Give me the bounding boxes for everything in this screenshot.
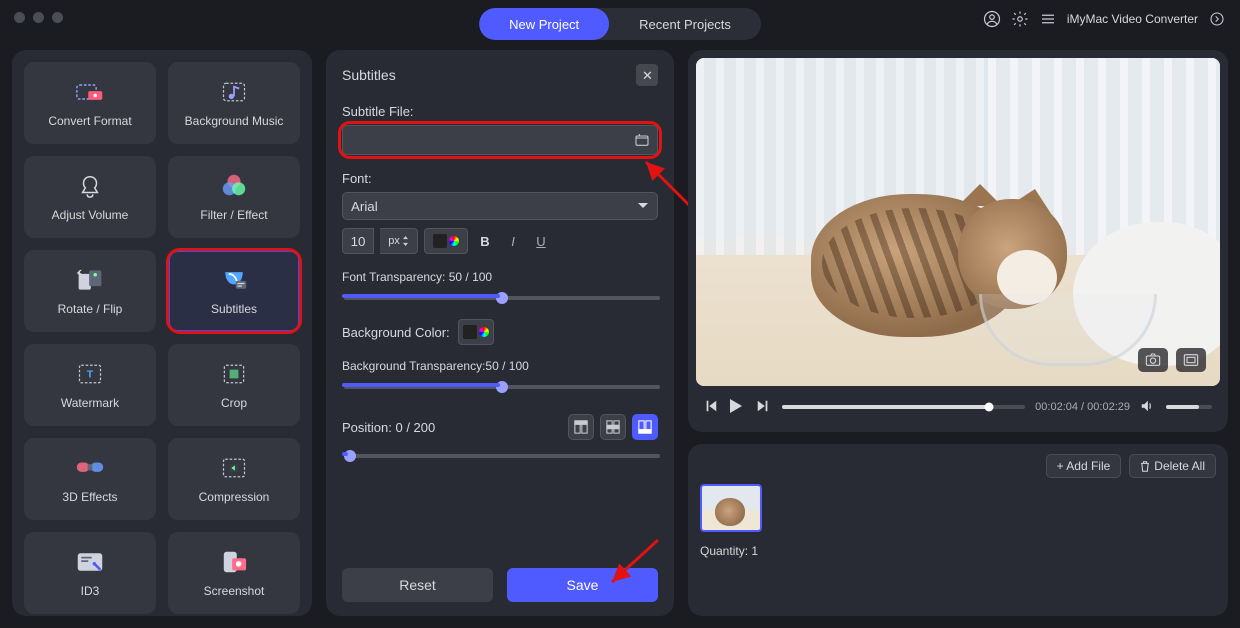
- position-top-button[interactable]: [568, 414, 594, 440]
- id3-icon: [76, 548, 104, 576]
- traffic-max[interactable]: [52, 12, 63, 23]
- expand-icon[interactable]: [1208, 10, 1226, 28]
- browse-file-icon[interactable]: [634, 132, 650, 148]
- font-transparency-label: Font Transparency: 50 / 100: [342, 270, 658, 284]
- rotate-flip-icon: [76, 266, 104, 294]
- app-name: iMyMac Video Converter: [1067, 12, 1198, 26]
- tool-convert-format[interactable]: Convert Format: [24, 62, 156, 144]
- subtitles-icon: [220, 266, 248, 294]
- tool-label: Filter / Effect: [200, 208, 267, 222]
- tool-label: Adjust Volume: [52, 208, 129, 222]
- font-unit-label: px: [388, 235, 400, 247]
- quantity-value: 1: [751, 544, 758, 558]
- settings-icon[interactable]: [1011, 10, 1029, 28]
- prev-button[interactable]: [704, 399, 720, 415]
- bold-button[interactable]: B: [474, 234, 496, 249]
- font-select[interactable]: Arial: [342, 192, 658, 220]
- panel-title: Subtitles: [342, 67, 396, 83]
- background-music-icon: [220, 78, 248, 106]
- tool-watermark[interactable]: T Watermark: [24, 344, 156, 426]
- svg-text:T: T: [87, 369, 94, 381]
- tool-sidebar: Convert Format Background Music Adjust Vol…: [12, 50, 312, 616]
- tool-label: 3D Effects: [62, 490, 117, 504]
- tool-compression[interactable]: Compression: [168, 438, 300, 520]
- crop-icon: [220, 360, 248, 388]
- font-transparency-slider[interactable]: [344, 296, 660, 300]
- top-right-controls: iMyMac Video Converter: [983, 10, 1226, 28]
- volume-icon[interactable]: [1140, 399, 1156, 415]
- menu-icon[interactable]: [1039, 10, 1057, 28]
- preview-panel: 00:02:04 / 00:02:29: [688, 50, 1228, 432]
- position-bottom-button[interactable]: [632, 414, 658, 440]
- tool-crop[interactable]: Crop: [168, 344, 300, 426]
- tool-label: Compression: [199, 490, 270, 504]
- tool-label: ID3: [81, 584, 100, 598]
- watermark-icon: T: [76, 360, 104, 388]
- underline-button[interactable]: U: [530, 234, 552, 249]
- account-icon[interactable]: [983, 10, 1001, 28]
- file-area: + Add File Delete All Quantity: 1: [688, 444, 1228, 616]
- reset-button[interactable]: Reset: [342, 568, 493, 602]
- quantity-label: Quantity:: [700, 544, 748, 558]
- 3d-effects-icon: [76, 454, 104, 482]
- tool-background-music[interactable]: Background Music: [168, 62, 300, 144]
- tool-label: Convert Format: [48, 114, 131, 128]
- tool-label: Crop: [221, 396, 247, 410]
- bg-color-swatch[interactable]: [458, 319, 494, 345]
- adjust-volume-icon: [76, 172, 104, 200]
- timeline-slider[interactable]: [782, 405, 1025, 409]
- tool-3d-effects[interactable]: 3D Effects: [24, 438, 156, 520]
- time-display: 00:02:04 / 00:02:29: [1035, 401, 1130, 413]
- tool-label: Screenshot: [204, 584, 265, 598]
- add-file-button[interactable]: + Add File: [1046, 454, 1122, 478]
- tool-label: Rotate / Flip: [58, 302, 123, 316]
- bg-transparency-label: Background Transparency:50 / 100: [342, 359, 658, 373]
- tool-label: Background Music: [185, 114, 284, 128]
- position-slider[interactable]: [344, 454, 660, 458]
- tool-rotate-flip[interactable]: Rotate / Flip: [24, 250, 156, 332]
- traffic-close[interactable]: [14, 12, 25, 23]
- tool-screenshot[interactable]: Screenshot: [168, 532, 300, 614]
- italic-button[interactable]: I: [502, 234, 524, 249]
- video-preview[interactable]: [696, 58, 1220, 386]
- panel-close-button[interactable]: ✕: [636, 64, 658, 86]
- subtitle-file-input[interactable]: [342, 125, 658, 155]
- save-button[interactable]: Save: [507, 568, 658, 602]
- tool-filter-effect[interactable]: Filter / Effect: [168, 156, 300, 238]
- snapshot-icon[interactable]: [1138, 348, 1168, 372]
- position-label: Position: 0 / 200: [342, 420, 435, 435]
- volume-slider[interactable]: [1166, 405, 1212, 409]
- delete-all-button[interactable]: Delete All: [1129, 454, 1216, 478]
- font-color-swatch[interactable]: [424, 228, 468, 254]
- tool-id3[interactable]: ID3: [24, 532, 156, 614]
- bg-transparency-slider[interactable]: [344, 385, 660, 389]
- subtitles-panel: Subtitles ✕ Subtitle File: Font: Arial: [326, 50, 674, 616]
- filter-effect-icon: [220, 172, 248, 200]
- font-size-input[interactable]: [342, 228, 374, 254]
- tool-label: Watermark: [61, 396, 119, 410]
- convert-format-icon: [76, 78, 104, 106]
- subtitle-file-label: Subtitle File:: [342, 104, 658, 119]
- tab-recent-projects[interactable]: Recent Projects: [609, 8, 761, 40]
- file-thumbnail[interactable]: [700, 484, 762, 532]
- window-controls: [14, 12, 63, 23]
- tool-label: Subtitles: [211, 302, 257, 316]
- tab-new-project[interactable]: New Project: [479, 8, 609, 40]
- tool-subtitles[interactable]: Subtitles: [168, 250, 300, 332]
- project-tab-switcher: New Project Recent Projects: [479, 8, 761, 40]
- font-label: Font:: [342, 171, 658, 186]
- tool-adjust-volume[interactable]: Adjust Volume: [24, 156, 156, 238]
- fullscreen-icon[interactable]: [1176, 348, 1206, 372]
- traffic-min[interactable]: [33, 12, 44, 23]
- next-button[interactable]: [756, 399, 772, 415]
- font-unit-select[interactable]: px: [380, 228, 418, 254]
- bg-color-label: Background Color:: [342, 325, 450, 340]
- position-middle-button[interactable]: [600, 414, 626, 440]
- play-button[interactable]: [730, 399, 746, 415]
- compression-icon: [220, 454, 248, 482]
- screenshot-icon: [220, 548, 248, 576]
